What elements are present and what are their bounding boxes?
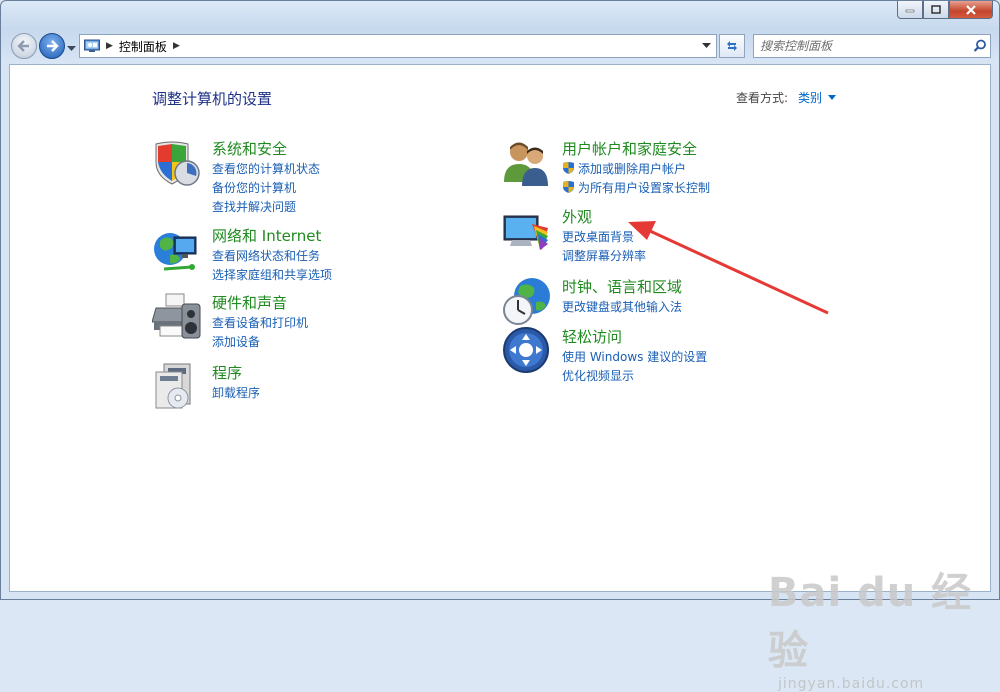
address-bar[interactable]: ▶ 控制面板 ▶ [79, 34, 717, 58]
refresh-button[interactable] [719, 34, 745, 58]
forward-button[interactable] [39, 33, 65, 59]
search-box[interactable] [753, 34, 991, 58]
annotation-arrow [628, 221, 829, 315]
chevron-down-icon [67, 46, 76, 51]
baidu-watermark: Bai du 经验 jingyan.baidu.com [768, 560, 990, 692]
breadcrumb-separator-icon[interactable]: ▶ [173, 41, 180, 51]
address-dropdown-button[interactable] [696, 43, 716, 49]
close-icon [966, 4, 976, 15]
chevron-down-icon [701, 43, 711, 48]
maximize-icon [931, 5, 941, 14]
recent-pages-dropdown[interactable] [67, 41, 76, 55]
control-panel-content: 调整计算机的设置 查看方式: 类别 系统和安全 查看您的计算机状态 备份您的计算机… [9, 64, 991, 692]
search-icon[interactable] [970, 39, 990, 53]
arrow-right-icon [47, 40, 59, 52]
watermark-brand: Bai du 经验 [768, 570, 973, 674]
breadcrumb-control-panel[interactable]: 控制面板 [119, 38, 167, 55]
minimize-button[interactable] [897, 1, 923, 19]
search-input[interactable] [754, 38, 970, 54]
control-panel-icon [84, 39, 100, 52]
control-panel-window: ▶ 控制面板 ▶ 调整计算机的设置 查看方式:类别 [0, 0, 1000, 692]
breadcrumb-separator-icon[interactable]: ▶ [106, 41, 113, 51]
watermark-url: jingyan.baidu.com [778, 676, 925, 692]
arrow-left-icon [17, 40, 29, 52]
minimize-icon [905, 9, 915, 12]
caption-buttons [897, 1, 993, 19]
navigation-bar: ▶ 控制面板 ▶ [1, 27, 999, 63]
back-button[interactable] [11, 33, 37, 59]
maximize-button[interactable] [923, 1, 949, 19]
close-button[interactable] [949, 1, 993, 19]
refresh-icon [727, 41, 737, 51]
